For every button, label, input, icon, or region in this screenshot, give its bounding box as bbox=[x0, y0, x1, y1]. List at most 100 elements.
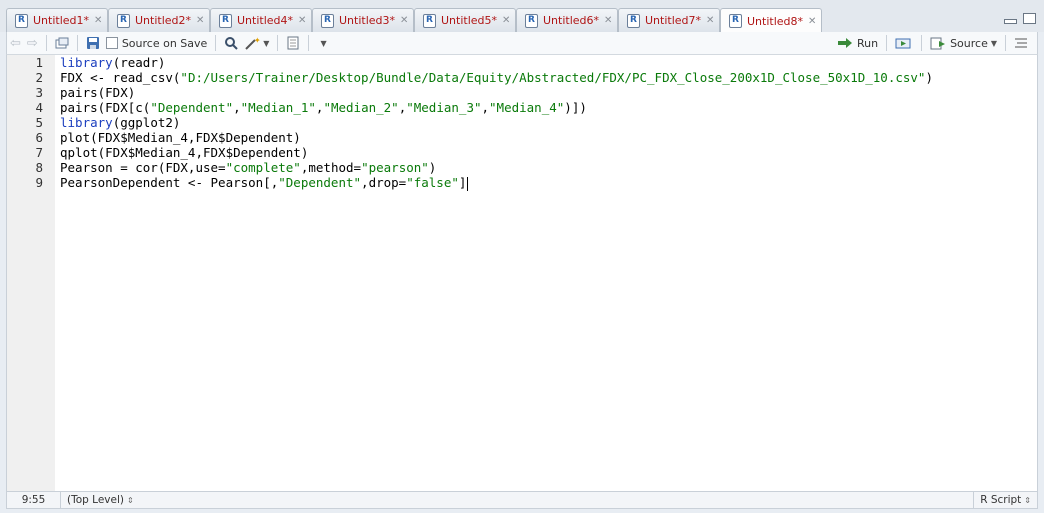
close-icon[interactable]: ✕ bbox=[706, 15, 714, 26]
status-bar: 9:55 (Top Level) ⇕ R Script ⇕ bbox=[6, 491, 1038, 509]
file-type-label: R Script bbox=[980, 494, 1022, 506]
toolbar-divider bbox=[308, 35, 310, 51]
line-number: 1 bbox=[35, 55, 43, 70]
rerun-icon[interactable] bbox=[892, 33, 916, 53]
code-lines: 1 library(readr) 2 FDX <- read_csv("D:/User… bbox=[7, 55, 1039, 191]
document-outline-icon[interactable] bbox=[1011, 33, 1031, 53]
more-options-chevron-icon[interactable]: ▼ bbox=[317, 33, 329, 53]
tab-label: Untitled4* bbox=[237, 14, 294, 27]
r-file-icon bbox=[627, 13, 640, 28]
scope-label: (Top Level) bbox=[67, 494, 124, 506]
show-in-window-icon[interactable] bbox=[52, 33, 72, 53]
toolbar-divider bbox=[76, 35, 78, 51]
editor-toolbar: ⇦ ⇨ Source on Save ✦ ▼ ▼ Run Source ▼ bbox=[6, 32, 1038, 55]
r-file-icon bbox=[729, 14, 742, 28]
text-cursor bbox=[467, 176, 469, 191]
code-text[interactable]: pairs(FDX) bbox=[60, 85, 135, 100]
code-tools-wand-icon[interactable]: ✦ ▼ bbox=[241, 33, 272, 53]
source-on-save-toggle[interactable]: Source on Save bbox=[103, 33, 210, 53]
tab-6[interactable]: Untitled6* ✕ bbox=[516, 8, 618, 32]
close-icon[interactable]: ✕ bbox=[400, 15, 408, 26]
tab-3[interactable]: Untitled4* ✕ bbox=[210, 8, 312, 32]
run-arrow-icon bbox=[837, 38, 852, 48]
r-file-icon bbox=[321, 13, 334, 28]
source-on-save-label: Source on Save bbox=[121, 36, 208, 50]
tab-8[interactable]: Untitled8* ✕ bbox=[720, 8, 822, 33]
r-file-icon bbox=[219, 13, 232, 28]
tab-label: Untitled1* bbox=[33, 14, 90, 27]
source-icon bbox=[930, 37, 946, 49]
code-text[interactable]: pairs(FDX[c("Dependent","Median_1","Medi… bbox=[60, 100, 587, 115]
compile-report-icon[interactable] bbox=[283, 33, 303, 53]
tab-5[interactable]: Untitled5* ✕ bbox=[414, 8, 516, 32]
tab-bar: Untitled1*✕Untitled2*✕Untitled4*✕Untitle… bbox=[0, 0, 1044, 33]
tab-label: Untitled6* bbox=[543, 14, 600, 27]
tab-label: Untitled8* bbox=[747, 14, 804, 28]
close-icon[interactable]: ✕ bbox=[604, 15, 612, 26]
tab-2[interactable]: Untitled2* ✕ bbox=[108, 8, 210, 32]
code-line[interactable]: 4 pairs(FDX[c("Dependent","Median_1","Med… bbox=[7, 100, 1039, 115]
source-label: Source bbox=[950, 36, 988, 50]
line-number: 5 bbox=[35, 115, 43, 130]
code-text[interactable]: plot(FDX$Median_4,FDX$Dependent) bbox=[60, 130, 301, 145]
close-icon[interactable]: ✕ bbox=[196, 15, 204, 26]
line-number: 4 bbox=[35, 100, 43, 115]
scope-selector[interactable]: (Top Level) ⇕ bbox=[61, 494, 134, 506]
chevron-down-icon[interactable]: ▼ bbox=[991, 39, 997, 48]
tab-label: Untitled7* bbox=[645, 14, 702, 27]
r-file-icon bbox=[15, 13, 28, 28]
run-button[interactable]: Run bbox=[834, 33, 881, 53]
toolbar-divider bbox=[886, 35, 888, 51]
toolbar-divider bbox=[1005, 35, 1006, 51]
close-icon[interactable]: ✕ bbox=[502, 15, 510, 26]
r-file-icon bbox=[117, 13, 130, 28]
code-line[interactable]: 3 pairs(FDX) bbox=[7, 85, 1039, 100]
chevron-down-icon[interactable]: ▼ bbox=[263, 39, 269, 48]
code-line[interactable]: 5 library(ggplot2) bbox=[7, 115, 1039, 130]
code-text[interactable]: library(readr) bbox=[60, 55, 165, 70]
run-label: Run bbox=[856, 36, 879, 50]
toolbar-divider bbox=[277, 35, 279, 51]
code-text[interactable]: library(ggplot2) bbox=[60, 115, 180, 130]
toolbar-divider bbox=[921, 35, 923, 51]
close-icon[interactable]: ✕ bbox=[94, 15, 102, 26]
svg-text:✦: ✦ bbox=[254, 36, 260, 45]
close-icon[interactable]: ✕ bbox=[298, 15, 306, 26]
tab-4[interactable]: Untitled3* ✕ bbox=[312, 8, 414, 32]
tab-label: Untitled5* bbox=[441, 14, 498, 27]
close-icon[interactable]: ✕ bbox=[808, 16, 816, 27]
code-line[interactable]: 7 qplot(FDX$Median_4,FDX$Dependent) bbox=[7, 145, 1039, 160]
code-line[interactable]: 9 PearsonDependent <- Pearson[,"Dependent… bbox=[7, 175, 1039, 191]
code-text[interactable]: qplot(FDX$Median_4,FDX$Dependent) bbox=[60, 145, 308, 160]
file-type-selector[interactable]: R Script ⇕ bbox=[973, 492, 1037, 508]
forward-arrow-icon[interactable]: ⇨ bbox=[24, 33, 41, 53]
maximize-icon[interactable] bbox=[1023, 13, 1036, 24]
minimize-icon[interactable] bbox=[1004, 19, 1017, 24]
tab-list: Untitled1*✕Untitled2*✕Untitled4*✕Untitle… bbox=[6, 8, 822, 33]
toolbar-right-group: Run Source ▼ bbox=[834, 32, 1031, 54]
line-number: 8 bbox=[35, 160, 43, 175]
code-text[interactable]: PearsonDependent <- Pearson[,"Dependent"… bbox=[60, 175, 469, 191]
code-text[interactable]: Pearson = cor(FDX,use="complete",method=… bbox=[60, 160, 436, 175]
cursor-position: 9:55 bbox=[7, 492, 61, 508]
updown-icon: ⇕ bbox=[1024, 496, 1031, 505]
r-file-icon bbox=[423, 13, 436, 28]
code-line[interactable]: 1 library(readr) bbox=[7, 55, 1039, 70]
toolbar-divider bbox=[45, 35, 47, 51]
window-controls bbox=[1004, 13, 1036, 24]
source-button[interactable]: Source ▼ bbox=[927, 33, 1000, 53]
code-line[interactable]: 6 plot(FDX$Median_4,FDX$Dependent) bbox=[7, 130, 1039, 145]
back-arrow-icon[interactable]: ⇦ bbox=[7, 33, 24, 53]
save-icon[interactable] bbox=[83, 33, 103, 53]
toolbar-divider bbox=[215, 35, 217, 51]
source-on-save-checkbox[interactable] bbox=[105, 37, 118, 49]
line-number: 7 bbox=[35, 145, 43, 160]
tab-7[interactable]: Untitled7* ✕ bbox=[618, 8, 720, 32]
tab-1[interactable]: Untitled1* ✕ bbox=[6, 8, 108, 32]
tab-label: Untitled3* bbox=[339, 14, 396, 27]
code-text[interactable]: FDX <- read_csv("D:/Users/Trainer/Deskto… bbox=[60, 70, 933, 85]
code-line[interactable]: 8 Pearson = cor(FDX,use="complete",method… bbox=[7, 160, 1039, 175]
search-icon[interactable] bbox=[221, 33, 241, 53]
code-line[interactable]: 2 FDX <- read_csv("D:/Users/Trainer/Deskt… bbox=[7, 70, 1039, 85]
code-editor[interactable]: 1 library(readr) 2 FDX <- read_csv("D:/User… bbox=[6, 55, 1038, 491]
